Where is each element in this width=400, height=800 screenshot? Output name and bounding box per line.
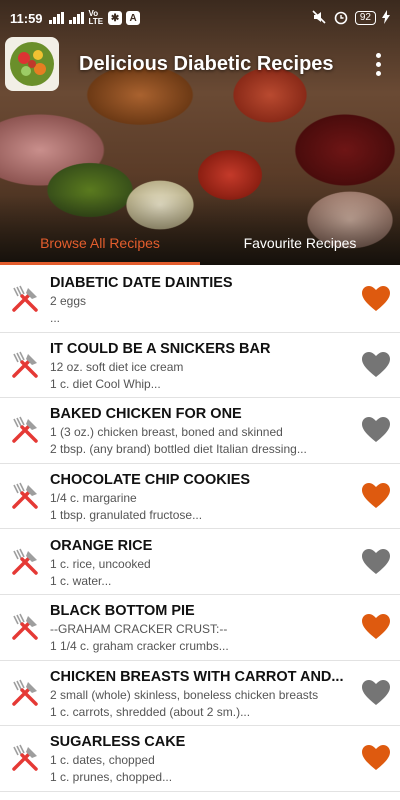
cutlery-icon	[0, 464, 50, 529]
recipe-text: BAKED CHICKEN FOR ONE 1 (3 oz.) chicken …	[50, 404, 352, 456]
recipe-text: SUGARLESS CAKE 1 c. dates, chopped 1 c. …	[50, 732, 352, 784]
recipe-row[interactable]: BLACK BOTTOM PIE --GRAHAM CRACKER CRUST:…	[0, 595, 400, 661]
recipe-ingredient-1: 2 eggs	[50, 294, 87, 309]
recipe-ingredient-1: 1 (3 oz.) chicken breast, boned and skin…	[50, 425, 283, 440]
favorite-heart-icon-filled[interactable]	[352, 613, 400, 641]
recipe-title: CHICKEN BREASTS WITH CARROT AND...	[50, 668, 344, 685]
cutlery-icon	[0, 332, 50, 397]
recipe-ingredient-1: --GRAHAM CRACKER CRUST:--	[50, 622, 228, 637]
recipe-row[interactable]: CHOCOLATE CHIP COOKIES 1/4 c. margarine …	[0, 464, 400, 530]
recipe-row[interactable]: ORANGE RICE 1 c. rice, uncooked 1 c. wat…	[0, 529, 400, 595]
favorite-heart-icon-empty[interactable]	[352, 548, 400, 576]
battery-indicator: 92	[354, 11, 376, 25]
recipe-ingredient-1: 12 oz. soft diet ice cream	[50, 359, 184, 374]
tab-browse-all-recipes[interactable]: Browse All Recipes	[0, 220, 200, 265]
signal-icon	[48, 12, 64, 24]
recipe-title: SUGARLESS CAKE	[50, 734, 186, 751]
recipe-ingredient-2: ...	[50, 311, 61, 326]
status-bar: 11:59 Vo LTE ✱ A 92	[0, 0, 400, 36]
favorite-heart-icon-empty[interactable]	[352, 416, 400, 444]
favorite-heart-icon-empty[interactable]	[352, 679, 400, 707]
recipe-title: BAKED CHICKEN FOR ONE	[50, 406, 242, 423]
cutlery-icon	[0, 529, 50, 594]
recipe-title: IT COULD BE A SNICKERS BAR	[50, 340, 271, 357]
recipe-ingredient-1: 1 c. rice, uncooked	[50, 556, 151, 571]
bluetooth-notification-icon: ✱	[108, 11, 123, 25]
recipe-text: DIABETIC DATE DAINTIES 2 eggs ...	[50, 273, 352, 325]
recipe-list: DIABETIC DATE DAINTIES 2 eggs ... IT COU…	[0, 267, 400, 792]
app-logo	[5, 37, 59, 91]
cutlery-icon	[0, 595, 50, 660]
recipe-text: IT COULD BE A SNICKERS BAR 12 oz. soft d…	[50, 339, 352, 391]
recipe-row[interactable]: CHICKEN BREASTS WITH CARROT AND... 2 sma…	[0, 661, 400, 727]
recipe-ingredient-2: 1 c. carrots, shredded (about 2 sm.)...	[50, 704, 251, 719]
recipe-row[interactable]: BAKED CHICKEN FOR ONE 1 (3 oz.) chicken …	[0, 398, 400, 464]
favorite-heart-icon-empty[interactable]	[352, 351, 400, 379]
recipe-ingredient-2: 1 c. water...	[50, 573, 112, 588]
recipe-ingredient-2: 1 tbsp. granulated fructose...	[50, 508, 203, 523]
app-title: Delicious Diabetic Recipes	[79, 52, 334, 75]
tab-indicator	[0, 262, 200, 265]
tab-favourite-recipes[interactable]: Favourite Recipes	[200, 220, 400, 265]
recipe-text: CHOCOLATE CHIP COOKIES 1/4 c. margarine …	[50, 470, 352, 522]
recipe-title: CHOCOLATE CHIP COOKIES	[50, 472, 251, 489]
recipe-title: BLACK BOTTOM PIE	[50, 603, 195, 620]
favorite-heart-icon-filled[interactable]	[352, 285, 400, 313]
volte-icon: Vo LTE	[88, 9, 104, 26]
recipe-row[interactable]: SUGARLESS CAKE 1 c. dates, chopped 1 c. …	[0, 726, 400, 792]
recipe-ingredient-1: 1/4 c. margarine	[50, 491, 137, 506]
recipe-row[interactable]: IT COULD BE A SNICKERS BAR 12 oz. soft d…	[0, 333, 400, 399]
recipe-title: ORANGE RICE	[50, 537, 153, 554]
recipe-title: DIABETIC DATE DAINTIES	[50, 275, 233, 292]
favorite-heart-icon-filled[interactable]	[352, 744, 400, 772]
recipe-ingredient-2: 1 c. diet Cool Whip...	[50, 376, 161, 391]
app-bar: Delicious Diabetic Recipes	[0, 36, 400, 92]
recipe-ingredient-1: 2 small (whole) skinless, boneless chick…	[50, 687, 319, 702]
recipe-ingredient-2: 1 c. prunes, chopped...	[50, 770, 173, 785]
cutlery-icon	[0, 726, 50, 791]
recipe-text: ORANGE RICE 1 c. rice, uncooked 1 c. wat…	[50, 536, 352, 588]
signal-icon-2	[68, 12, 84, 24]
cutlery-icon	[0, 660, 50, 725]
status-time: 11:59	[10, 10, 43, 26]
recipe-text: BLACK BOTTOM PIE --GRAHAM CRACKER CRUST:…	[50, 601, 352, 653]
recipe-text: CHICKEN BREASTS WITH CARROT AND... 2 sma…	[50, 667, 352, 719]
recipe-ingredient-1: 1 c. dates, chopped	[50, 753, 155, 768]
alarm-icon	[333, 9, 349, 28]
mute-icon	[311, 9, 327, 28]
tab-bar: Browse All Recipes Favourite Recipes	[0, 220, 400, 265]
overflow-menu-icon[interactable]	[368, 49, 388, 79]
cutlery-icon	[0, 398, 50, 463]
recipe-row[interactable]: DIABETIC DATE DAINTIES 2 eggs ...	[0, 267, 400, 333]
cutlery-icon	[0, 267, 50, 332]
recipe-ingredient-2: 2 tbsp. (any brand) bottled diet Italian…	[50, 442, 307, 457]
recipe-ingredient-2: 1 1/4 c. graham cracker crumbs...	[50, 639, 229, 654]
favorite-heart-icon-filled[interactable]	[352, 482, 400, 510]
app-notification-icon: A	[126, 11, 141, 25]
charging-icon	[382, 9, 390, 27]
